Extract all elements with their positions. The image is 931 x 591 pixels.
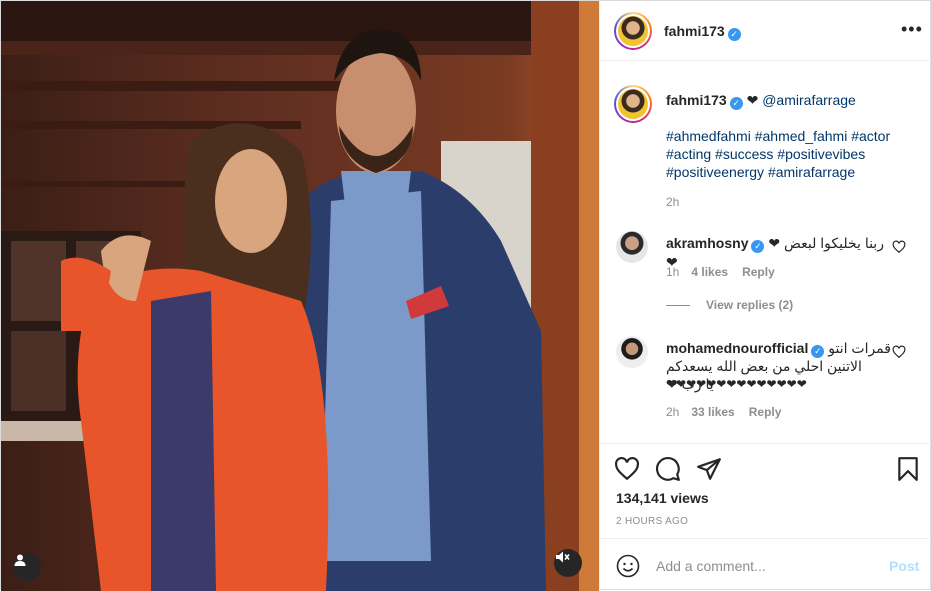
comment-username[interactable]: akramhosny xyxy=(666,235,748,251)
comment-reply-button[interactable]: Reply xyxy=(749,405,782,419)
post-sidebar: fahmi173 ✓ ••• fahmi173 ✓ ❤ @amirafarrage … xyxy=(599,1,931,591)
comment-like-heart-icon[interactable] xyxy=(892,345,906,359)
comment-meta: 1h 4 likes Reply xyxy=(666,265,789,279)
caption-heart: ❤ xyxy=(746,92,759,108)
comment-likes[interactable]: 33 likes xyxy=(691,405,734,419)
post-actions: 134,141 views 2 HOURS AGO xyxy=(600,443,931,538)
post-comment-button[interactable]: Post xyxy=(889,558,919,574)
mute-toggle-button[interactable] xyxy=(554,549,582,577)
comment-username[interactable]: mohamednourofficial xyxy=(666,340,808,356)
smiley-icon[interactable] xyxy=(616,554,640,578)
comment-meta: 2h 33 likes Reply xyxy=(666,405,795,419)
paper-plane-icon[interactable] xyxy=(696,456,722,482)
video-frame-illustration xyxy=(1,1,599,591)
author-username[interactable]: fahmi173 ✓ xyxy=(664,23,741,41)
verified-badge-icon: ✓ xyxy=(727,28,741,41)
comment-time[interactable]: 1h xyxy=(666,265,679,279)
comment-time[interactable]: 2h xyxy=(666,405,679,419)
caption-time[interactable]: 2h xyxy=(666,195,679,209)
replies-divider xyxy=(666,305,690,307)
comment-avatar[interactable] xyxy=(616,231,648,263)
view-replies-button[interactable]: View replies (2) xyxy=(666,298,793,312)
caption-hashtags-1[interactable]: #ahmedfahmi #ahmed_fahmi #actor xyxy=(666,127,890,145)
post-timestamp[interactable]: 2 HOURS AGO xyxy=(616,516,688,527)
comment-reply-button[interactable]: Reply xyxy=(742,265,775,279)
author-username-text[interactable]: fahmi173 xyxy=(664,23,725,39)
speaker-muted-icon xyxy=(556,551,570,563)
more-options-icon[interactable]: ••• xyxy=(901,20,923,38)
verified-badge-icon: ✓ xyxy=(751,240,765,253)
caption-author-avatar[interactable] xyxy=(614,85,652,123)
caption-hashtags-2[interactable]: #acting #success #positivevibes xyxy=(666,145,865,163)
view-count[interactable]: 134,141 views xyxy=(616,490,709,506)
caption-mention[interactable]: @amirafarrage xyxy=(762,92,856,108)
heart-icon[interactable] xyxy=(614,456,640,482)
comment-text-line-1: قمرات انتو xyxy=(828,340,891,356)
comment-text-line-3: ❤❤❤❤❤❤❤❤❤❤❤❤❤❤ xyxy=(666,377,807,391)
verified-badge-icon: ✓ xyxy=(729,97,743,110)
comment-icon[interactable] xyxy=(655,456,681,482)
bookmark-icon[interactable] xyxy=(895,456,921,482)
comment-avatar[interactable] xyxy=(616,336,648,368)
view-replies-label[interactable]: View replies (2) xyxy=(706,298,793,312)
post-caption: fahmi173 ✓ ❤ @amirafarrage xyxy=(666,91,916,110)
comment-body: mohamednourofficial ✓ قمرات انتو xyxy=(666,339,891,358)
caption-hashtags-3[interactable]: #positiveenergy #amirafarrage xyxy=(666,163,855,181)
add-comment-input[interactable] xyxy=(656,556,876,576)
instagram-post-modal: fahmi173 ✓ ••• fahmi173 ✓ ❤ @amirafarrage … xyxy=(0,0,931,591)
comments-list[interactable]: fahmi173 ✓ ❤ @amirafarrage #ahmedfahmi #a… xyxy=(600,61,931,443)
user-tags-button[interactable] xyxy=(13,553,41,581)
comment-like-heart-icon[interactable] xyxy=(892,240,906,254)
caption-username[interactable]: fahmi173 xyxy=(666,92,727,108)
post-video[interactable] xyxy=(1,1,599,591)
comment-likes[interactable]: 4 likes xyxy=(691,265,728,279)
add-comment-bar: Post xyxy=(600,538,931,591)
post-header: fahmi173 ✓ ••• xyxy=(600,1,931,61)
user-tag-icon xyxy=(14,554,26,566)
author-avatar[interactable] xyxy=(614,12,652,50)
